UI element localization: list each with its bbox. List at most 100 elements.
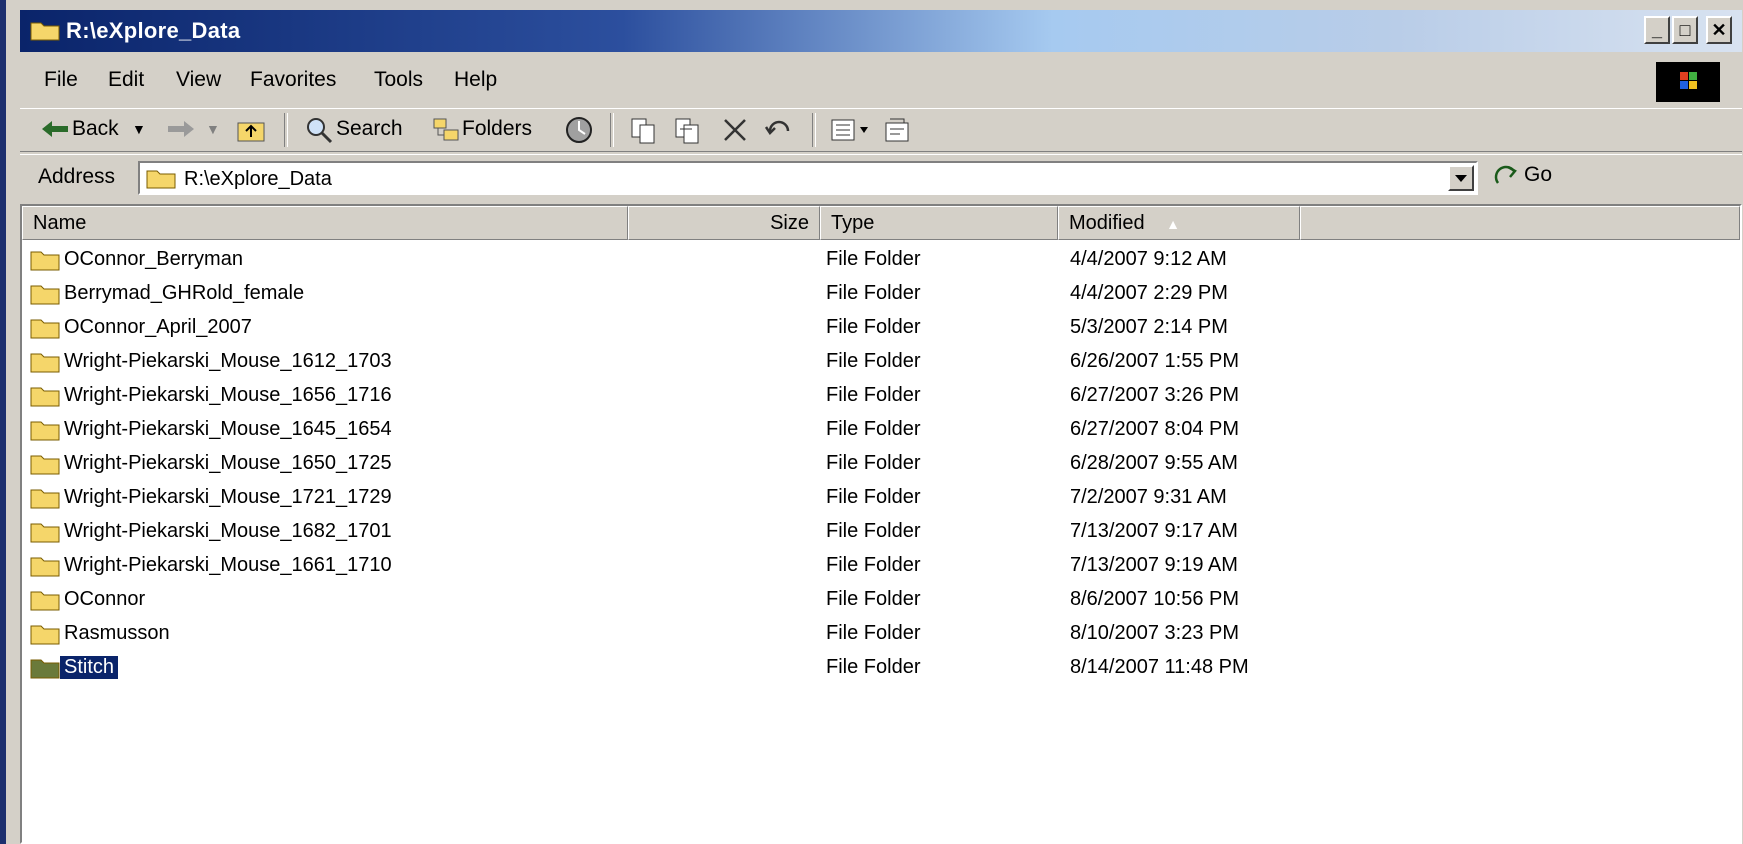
- standard-toolbar: Back ▼ ▼ Search Folders: [20, 108, 1742, 152]
- column-type[interactable]: Type: [820, 206, 1058, 240]
- file-row[interactable]: OConnor_April_2007 File Folder 5/3/2007 2:…: [22, 312, 1740, 346]
- file-name: Wright-Piekarski_Mouse_1682_1701: [64, 520, 392, 542]
- file-name: Wright-Piekarski_Mouse_1645_1654: [64, 418, 392, 440]
- undo-icon[interactable]: [764, 117, 794, 143]
- file-type: File Folder: [826, 316, 921, 338]
- folder-icon: [30, 622, 60, 646]
- file-row[interactable]: OConnor_Berryman File Folder 4/4/2007 9:12…: [22, 244, 1740, 278]
- file-type: File Folder: [826, 622, 921, 644]
- search-icon: [304, 115, 334, 145]
- file-modified: 8/6/2007 10:56 PM: [1070, 588, 1240, 610]
- file-name: Wright-Piekarski_Mouse_1612_1703: [64, 350, 392, 372]
- window-title: R:\eXplore_Data: [66, 18, 241, 43]
- folder-icon: [30, 19, 60, 41]
- file-row[interactable]: Wright-Piekarski_Mouse_1682_1701 File Fol…: [22, 516, 1740, 550]
- file-modified: 6/27/2007 3:26 PM: [1070, 384, 1240, 406]
- column-name[interactable]: Name: [22, 206, 628, 240]
- menu-view[interactable]: View: [176, 68, 221, 92]
- file-name: Stitch: [60, 656, 119, 679]
- address-bar: Address R:\eXplore_Data Go: [20, 154, 1742, 201]
- folder-icon: [30, 520, 60, 544]
- file-name: Wright-Piekarski_Mouse_1661_1710: [64, 554, 392, 576]
- file-list[interactable]: Name Size Type Modified ▲ OConnor_Berrym…: [20, 204, 1742, 844]
- folders-button[interactable]: Folders: [462, 117, 532, 141]
- delete-icon[interactable]: [722, 117, 748, 143]
- views-icon[interactable]: [830, 117, 874, 143]
- address-label: Address: [38, 165, 116, 188]
- back-dropdown-icon[interactable]: ▼: [132, 121, 146, 137]
- file-type: File Folder: [826, 486, 921, 508]
- column-header: Name Size Type Modified ▲: [22, 206, 1740, 240]
- menu-help[interactable]: Help: [454, 68, 497, 92]
- folder-icon: [30, 588, 60, 612]
- folder-icon: [30, 248, 60, 272]
- menu-edit[interactable]: Edit: [108, 68, 144, 92]
- file-modified: 8/14/2007 11:48 PM: [1070, 656, 1249, 678]
- column-modified-label: Modified: [1069, 212, 1145, 234]
- file-name: Berrymad_GHRold_female: [64, 282, 305, 304]
- file-type: File Folder: [826, 588, 921, 610]
- file-name: Wright-Piekarski_Mouse_1721_1729: [64, 486, 392, 508]
- file-type: File Folder: [826, 452, 921, 474]
- minimize-button[interactable]: _: [1644, 16, 1670, 44]
- menu-file[interactable]: File: [44, 68, 78, 92]
- folder-icon: [30, 486, 60, 510]
- file-modified: 7/13/2007 9:19 AM: [1070, 554, 1238, 576]
- folder-icon: [30, 554, 60, 578]
- file-type: File Folder: [826, 418, 921, 440]
- file-row[interactable]: Wright-Piekarski_Mouse_1721_1729 File Fol…: [22, 482, 1740, 516]
- file-type: File Folder: [826, 656, 921, 678]
- file-row[interactable]: Wright-Piekarski_Mouse_1650_1725 File Fol…: [22, 448, 1740, 482]
- address-input[interactable]: R:\eXplore_Data: [138, 161, 1478, 195]
- copy-to-icon[interactable]: [672, 115, 702, 145]
- properties-icon[interactable]: [882, 115, 912, 145]
- file-type: File Folder: [826, 350, 921, 372]
- maximize-button[interactable]: □: [1672, 16, 1698, 44]
- history-icon[interactable]: [564, 115, 594, 145]
- close-button[interactable]: ✕: [1706, 16, 1732, 44]
- file-modified: 6/26/2007 1:55 PM: [1070, 350, 1240, 372]
- file-row[interactable]: Berrymad_GHRold_female File Folder 4/4/200…: [22, 278, 1740, 312]
- forward-arrow-icon[interactable]: [166, 119, 196, 139]
- search-button[interactable]: Search: [336, 117, 403, 141]
- up-folder-icon[interactable]: [236, 117, 266, 143]
- file-type: File Folder: [826, 282, 921, 304]
- file-row[interactable]: Wright-Piekarski_Mouse_1645_1654 File Fol…: [22, 414, 1740, 448]
- column-modified[interactable]: Modified ▲: [1058, 206, 1300, 240]
- folder-icon: [30, 282, 60, 306]
- file-type: File Folder: [826, 554, 921, 576]
- windows-logo-icon: [1656, 62, 1720, 102]
- file-type: File Folder: [826, 384, 921, 406]
- file-row[interactable]: Stitch File Folder 8/14/2007 11:48 PM: [22, 652, 1740, 686]
- menu-tools[interactable]: Tools: [374, 68, 423, 92]
- move-to-icon[interactable]: [628, 115, 658, 145]
- folder-icon: [30, 350, 60, 374]
- file-row[interactable]: Wright-Piekarski_Mouse_1656_1716 File Fol…: [22, 380, 1740, 414]
- folder-icon: [30, 452, 60, 476]
- file-row[interactable]: Wright-Piekarski_Mouse_1612_1703 File Fol…: [22, 346, 1740, 380]
- file-row[interactable]: Rasmusson File Folder 8/10/2007 3:23 PM: [22, 618, 1740, 652]
- folder-icon: [30, 384, 60, 408]
- back-arrow-icon: [40, 119, 70, 139]
- column-filler: [1300, 206, 1740, 240]
- title-bar[interactable]: R:\eXplore_Data _ □ ✕: [20, 10, 1742, 52]
- file-row[interactable]: OConnor File Folder 8/6/2007 10:56 PM: [22, 584, 1740, 618]
- file-modified: 4/4/2007 9:12 AM: [1070, 248, 1227, 270]
- file-modified: 6/28/2007 9:55 AM: [1070, 452, 1238, 474]
- file-modified: 7/13/2007 9:17 AM: [1070, 520, 1238, 542]
- back-button[interactable]: Back: [72, 117, 119, 141]
- column-size[interactable]: Size: [628, 206, 820, 240]
- file-modified: 8/10/2007 3:23 PM: [1070, 622, 1240, 644]
- address-value: R:\eXplore_Data: [184, 168, 332, 190]
- forward-dropdown-icon[interactable]: ▼: [206, 121, 220, 137]
- file-modified: 7/2/2007 9:31 AM: [1070, 486, 1227, 508]
- sort-ascending-icon: ▲: [1166, 216, 1181, 232]
- address-dropdown-button[interactable]: [1448, 165, 1474, 191]
- go-arrow-icon[interactable]: [1494, 163, 1520, 189]
- file-row[interactable]: Wright-Piekarski_Mouse_1661_1710 File Fol…: [22, 550, 1740, 584]
- menu-favorites[interactable]: Favorites: [250, 68, 336, 92]
- folders-icon: [432, 117, 460, 143]
- file-modified: 4/4/2007 2:29 PM: [1070, 282, 1228, 304]
- file-type: File Folder: [826, 248, 921, 270]
- go-button[interactable]: Go: [1524, 163, 1552, 187]
